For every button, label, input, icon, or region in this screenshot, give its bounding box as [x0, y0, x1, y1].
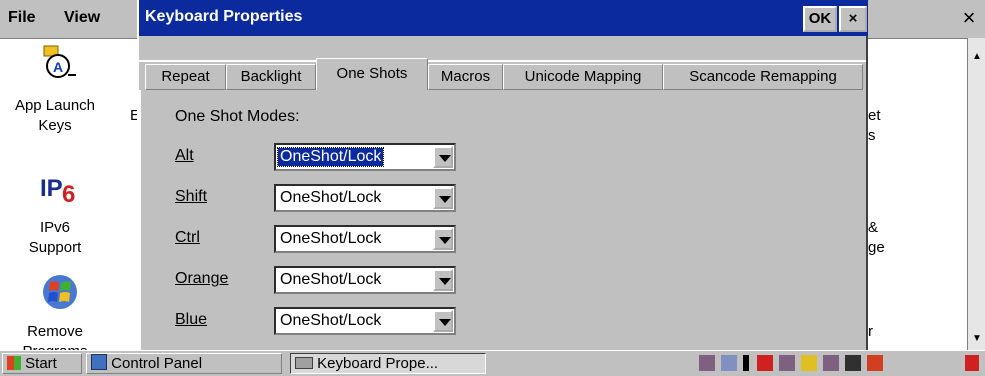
alt-label: Alt: [175, 147, 194, 164]
orange-mode-value: OneShot/Lock: [280, 271, 382, 288]
svg-text:6: 6: [62, 181, 75, 208]
alt-mode-select[interactable]: OneShot/Lock: [274, 143, 456, 171]
one-shot-modes-heading: One Shot Modes:: [175, 108, 300, 125]
tab-backlight[interactable]: Backlight: [226, 64, 316, 90]
status-icon[interactable]: [779, 355, 795, 371]
taskbar-control-panel[interactable]: Control Panel: [86, 353, 282, 374]
hidden-item-fragment: r: [868, 323, 873, 340]
ok-button[interactable]: OK: [803, 6, 837, 32]
hidden-item-fragment: et: [868, 107, 881, 124]
chevron-down-icon[interactable]: [433, 310, 453, 332]
sync-icon[interactable]: [823, 355, 839, 371]
app-launch-keys-icon[interactable]: A: [40, 44, 80, 84]
network-icon[interactable]: [699, 355, 715, 371]
system-tray: [695, 353, 985, 374]
info-icon[interactable]: [743, 355, 749, 371]
scroll-down-button[interactable]: ▼: [968, 330, 985, 348]
close-button[interactable]: ×: [839, 6, 867, 32]
chevron-down-icon[interactable]: [433, 187, 453, 209]
hidden-item-fragment: &: [868, 219, 879, 236]
ctrl-mode-select[interactable]: OneShot/Lock: [274, 225, 456, 253]
start-button[interactable]: Start: [2, 353, 82, 374]
control-panel-icon: [91, 354, 107, 370]
blue-mode-value: OneShot/Lock: [280, 312, 382, 329]
svg-text:A: A: [53, 59, 63, 75]
no-connection-icon[interactable]: [757, 355, 773, 371]
taskbar-keyboard-properties[interactable]: Keyboard Prope...: [290, 353, 486, 374]
blue-mode-select[interactable]: OneShot/Lock: [274, 307, 456, 335]
tab-repeat[interactable]: Repeat: [145, 64, 226, 90]
tab-unicode-mapping[interactable]: Unicode Mapping: [503, 64, 663, 90]
shift-mode-value: OneShot/Lock: [280, 189, 382, 206]
chevron-down-icon[interactable]: [433, 146, 453, 168]
menu-file[interactable]: File: [8, 9, 36, 27]
tab-content: [139, 90, 866, 350]
vertical-scrollbar[interactable]: ▲ ▼: [967, 38, 985, 350]
ipv6-icon[interactable]: IP 6: [40, 168, 80, 208]
ctrl-label: Ctrl: [175, 229, 200, 246]
battery-icon[interactable]: [801, 355, 817, 371]
alt-mode-value: OneShot/Lock: [276, 147, 385, 167]
chevron-down-icon[interactable]: [433, 228, 453, 250]
tab-scancode-remapping[interactable]: Scancode Remapping: [663, 64, 863, 90]
orange-label: Orange: [175, 270, 229, 287]
keyboard-icon: [295, 357, 313, 369]
tab-macros[interactable]: Macros: [428, 64, 503, 90]
arrow-icon[interactable]: [965, 355, 979, 371]
power-icon[interactable]: [867, 355, 883, 371]
dialog-title: Keyboard Properties: [145, 8, 303, 25]
tab-one-shots[interactable]: One Shots: [316, 58, 428, 90]
shift-mode-select[interactable]: OneShot/Lock: [274, 184, 456, 212]
ctrl-mode-value: OneShot/Lock: [280, 230, 382, 247]
background-close-button[interactable]: ×: [955, 4, 983, 32]
ipv6-support-label[interactable]: IPv6 Support: [0, 218, 110, 258]
dialog-titlebar: Keyboard Properties OK ×: [139, 0, 868, 36]
connection-icon[interactable]: [721, 355, 737, 371]
svg-text:IP: IP: [40, 175, 63, 202]
hidden-item-fragment: ge: [868, 239, 885, 256]
orange-mode-select[interactable]: OneShot/Lock: [274, 266, 456, 294]
windows-flag-icon[interactable]: [40, 272, 80, 312]
taskbar: Start Control Panel Keyboard Prope...: [0, 350, 985, 376]
chevron-down-icon[interactable]: [433, 269, 453, 291]
windows-flag-icon: [7, 356, 21, 370]
remove-programs-label[interactable]: Remove Programs: [0, 322, 110, 350]
menu-view[interactable]: View: [64, 9, 100, 27]
tab-strip-line: [139, 60, 866, 62]
shift-label: Shift: [175, 188, 208, 205]
hidden-item-fragment: s: [868, 127, 876, 144]
scroll-up-button[interactable]: ▲: [968, 48, 985, 66]
keyboard-properties-dialog: Keyboard Properties OK × Repeat Backligh…: [137, 0, 868, 350]
app-launch-keys-label[interactable]: App Launch Keys: [0, 96, 110, 136]
blue-label: Blue: [175, 311, 208, 328]
keyboard-state-icon[interactable]: [845, 355, 861, 371]
